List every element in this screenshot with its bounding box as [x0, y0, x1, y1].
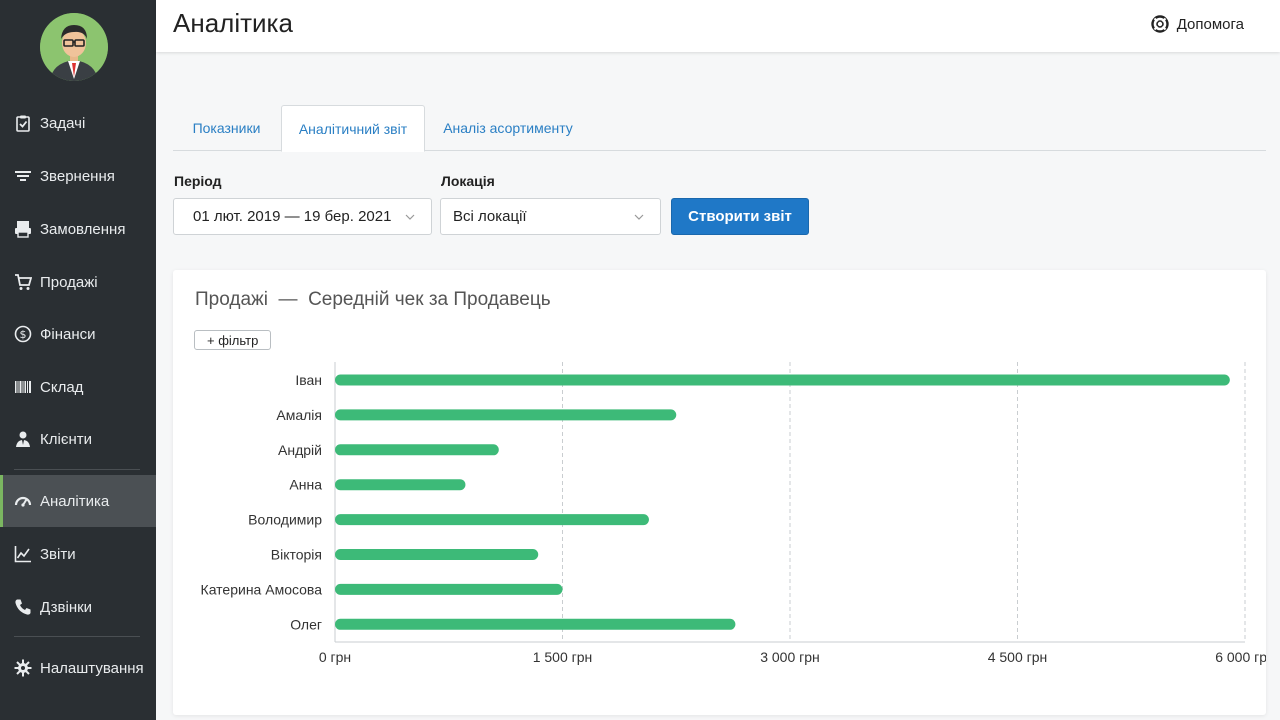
bar[interactable]: [335, 374, 1230, 386]
chevron-down-icon: [405, 214, 415, 220]
chart-card: Продажі — Середній чек за Продавець + фі…: [173, 270, 1266, 715]
sidebar-item-label: Звіти: [40, 545, 76, 563]
sidebar-item-clients[interactable]: Клієнти: [0, 413, 156, 465]
sidebar-item-label: Дзвінки: [40, 598, 93, 616]
svg-text:$: $: [20, 328, 27, 341]
user-tie-icon: [14, 430, 32, 448]
sidebar-item-orders[interactable]: Замовлення: [0, 203, 156, 255]
lifebuoy-icon: [1151, 15, 1169, 33]
x-tick-label: 1 500 грн: [533, 649, 593, 665]
gauge-icon: [14, 492, 32, 510]
sidebar-item-tasks[interactable]: Задачі: [0, 97, 156, 149]
category-label: Іван: [295, 372, 322, 388]
bar[interactable]: [335, 409, 677, 421]
sidebar-item-sales[interactable]: Продажі: [0, 256, 156, 308]
category-label: Вікторія: [271, 547, 322, 563]
line-chart-icon: [14, 545, 32, 563]
nav-divider: [14, 469, 140, 470]
phone-icon: [14, 598, 32, 616]
sidebar-item-label: Аналітика: [40, 492, 110, 510]
location-select[interactable]: Всі локації: [440, 198, 661, 235]
period-select[interactable]: 01 лют. 2019 — 19 бер. 2021: [173, 198, 432, 235]
sidebar-item-label: Склад: [40, 378, 84, 396]
sidebar-item-label: Фінанси: [40, 325, 96, 343]
create-report-button[interactable]: Створити звіт: [671, 198, 809, 235]
category-label: Андрій: [278, 442, 322, 458]
x-tick-label: 6 000 грн: [1215, 649, 1266, 665]
category-label: Амалія: [276, 407, 322, 423]
bar[interactable]: [335, 514, 649, 526]
avatar[interactable]: [40, 13, 108, 81]
dollar-circle-icon: $: [14, 325, 32, 343]
tab-analytic-report[interactable]: Аналітичний звіт: [281, 105, 425, 152]
location-value: Всі локації: [453, 208, 527, 225]
barcode-icon: [14, 378, 32, 396]
nav-divider: [14, 636, 140, 637]
gear-icon: [14, 659, 32, 677]
sidebar-item-label: Продажі: [40, 273, 98, 291]
page-title: Аналітика: [173, 8, 293, 38]
bar-chart: Іван Амалія Андрій Анна Володимир Вікторія Кат…: [201, 362, 1266, 665]
tabs-bar: Показники Аналітичний звіт Аналіз асорти…: [173, 105, 1266, 152]
top-header: Аналітика Допомога: [156, 0, 1280, 52]
tab-indicators[interactable]: Показники: [173, 105, 280, 151]
x-tick-label: 4 500 грн: [988, 649, 1048, 665]
chevron-down-icon: [634, 214, 644, 220]
user-avatar-icon: [40, 13, 108, 81]
filter-lines-icon: [14, 167, 32, 185]
x-tick-label: 0 грн: [319, 649, 351, 665]
sidebar-item-label: Замовлення: [40, 220, 126, 238]
sidebar-item-requests[interactable]: Звернення: [0, 150, 156, 202]
category-label: Володимир: [248, 512, 322, 528]
bar[interactable]: [335, 549, 539, 560]
sidebar-item-analytics[interactable]: Аналітика: [0, 475, 156, 527]
x-tick-label: 3 000 грн: [760, 649, 820, 665]
sidebar-item-calls[interactable]: Дзвінки: [0, 581, 156, 633]
category-label: Олег: [290, 616, 322, 632]
sidebar-item-label: Налаштування: [40, 659, 144, 677]
category-label: Анна: [289, 477, 322, 493]
help-link[interactable]: Допомога: [1151, 15, 1244, 33]
bar[interactable]: [335, 479, 466, 491]
location-label: Локація: [441, 173, 495, 189]
printer-icon: [14, 220, 32, 238]
period-value: 01 лют. 2019 — 19 бер. 2021: [193, 208, 392, 225]
category-label: Катерина Амосова: [201, 581, 323, 597]
bar[interactable]: [335, 618, 736, 630]
sidebar-item-finance[interactable]: $ Фінанси: [0, 308, 156, 360]
sidebar-item-label: Задачі: [40, 114, 86, 132]
help-label: Допомога: [1176, 15, 1244, 33]
sidebar-item-warehouse[interactable]: Склад: [0, 361, 156, 413]
clipboard-check-icon: [14, 114, 32, 132]
sidebar-item-label: Клієнти: [40, 430, 93, 448]
sidebar-item-settings[interactable]: Налаштування: [0, 642, 156, 694]
bar[interactable]: [335, 444, 499, 456]
period-label: Період: [174, 173, 222, 189]
bar[interactable]: [335, 583, 563, 595]
tab-assortment-analysis[interactable]: Аналіз асортименту: [426, 105, 590, 151]
cart-icon: [14, 273, 32, 291]
sidebar: Задачі Звернення Замовлення Продажі $ Фі…: [0, 0, 156, 720]
sidebar-item-label: Звернення: [40, 167, 115, 185]
sidebar-item-reports[interactable]: Звіти: [0, 528, 156, 580]
